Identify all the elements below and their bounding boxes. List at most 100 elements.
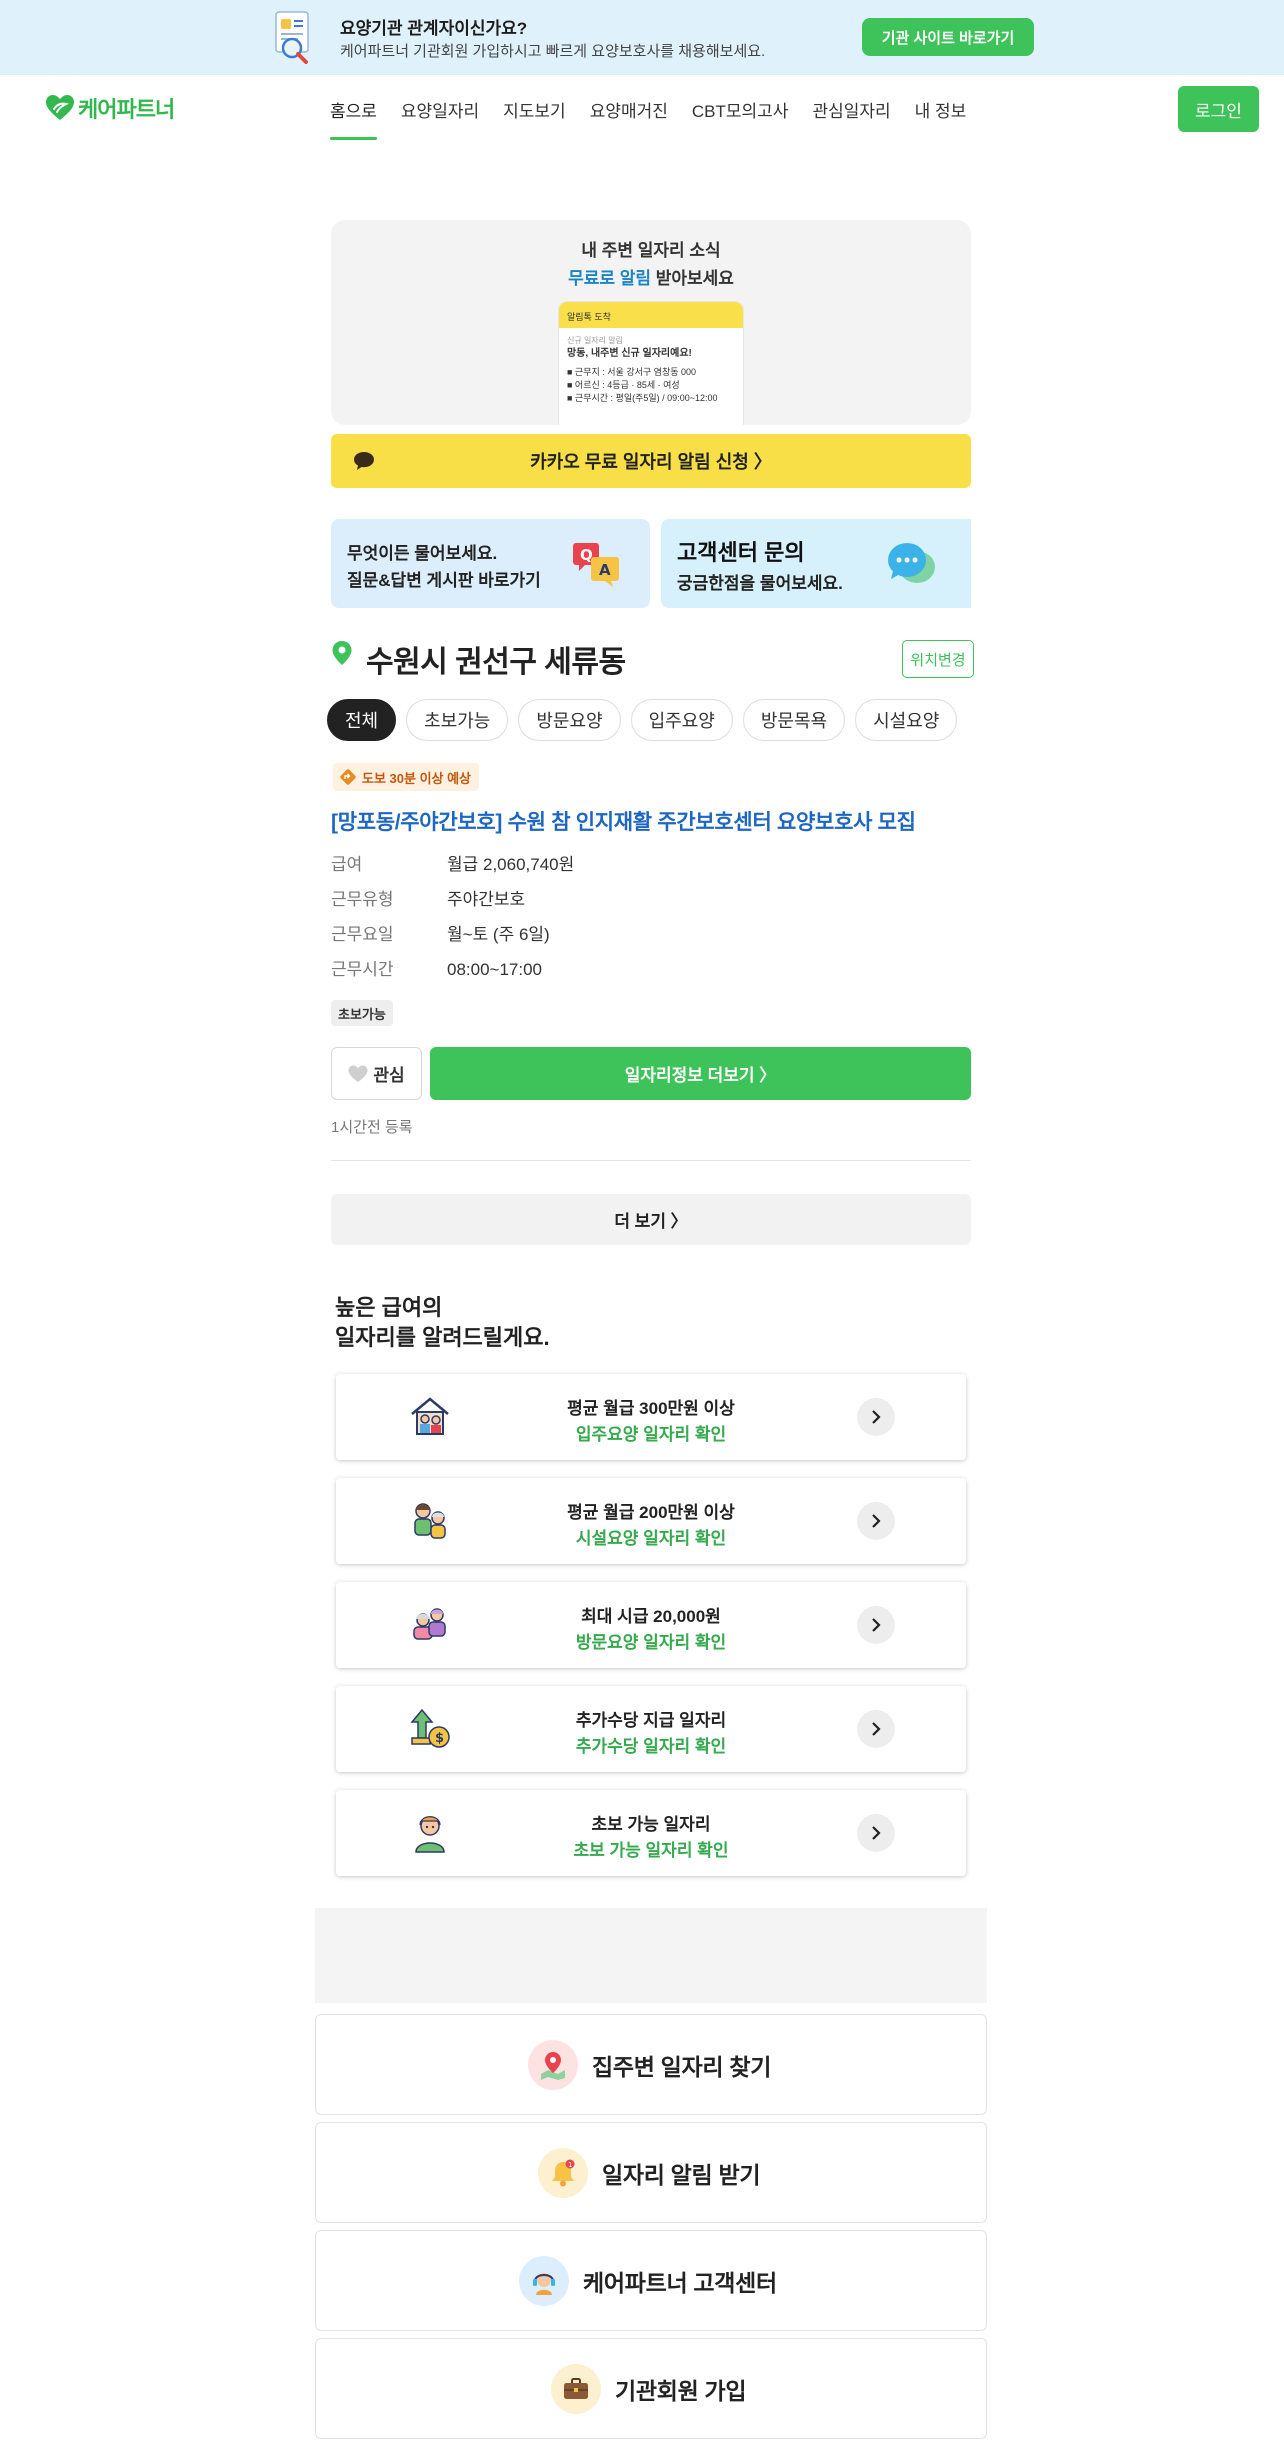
nav-home[interactable]: 홈으로 <box>330 75 377 143</box>
heart-icon <box>348 1065 368 1082</box>
find-nearby-jobs-label: 집주변 일자리 찾기 <box>592 2054 772 2080</box>
promo-line1: 내 주변 일자리 소식 <box>581 241 721 260</box>
agency-site-button[interactable]: 기관 사이트 바로가기 <box>862 18 1034 56</box>
row-value: 월급 2,060,740원 <box>447 855 575 874</box>
chat-dots-icon <box>885 539 937 594</box>
row-key: 급여 <box>331 855 363 874</box>
row-key: 근무유형 <box>331 890 394 909</box>
beginner-tag: 초보가능 <box>331 1000 393 1026</box>
qa-line1: 무엇이든 물어보세요. <box>347 544 498 563</box>
row-key: 근무시간 <box>331 960 394 979</box>
chip-beginner[interactable]: 초보가능 <box>406 699 509 741</box>
logo-text: 케어파트너 <box>78 97 175 122</box>
job-row-days: 근무요일 월~토 (주 6일) <box>331 920 550 945</box>
nav-map[interactable]: 지도보기 <box>503 75 566 143</box>
chip-live-in-care[interactable]: 입주요양 <box>630 699 733 741</box>
phone-title: 망동, 내주변 신규 일자리예요! <box>567 348 692 359</box>
qa-line2: 질문&답변 게시판 바로가기 <box>347 571 541 590</box>
cs-line1: 고객센터 문의 <box>677 540 805 565</box>
phone-header: 알림톡 도착 <box>559 302 743 328</box>
customer-center-link-card[interactable]: 케어파트너 고객센터 <box>315 2230 987 2331</box>
phone-line: ■ 근무지 : 서울 강서구 염창동 000 <box>567 367 697 377</box>
chip-all[interactable]: 전체 <box>327 699 397 741</box>
phone-line: ■ 근무시간 : 평일(주5일) / 09:00~12:00 <box>567 393 718 403</box>
change-location-button[interactable]: 위치변경 <box>902 640 974 678</box>
chat-bubble-icon <box>353 451 375 476</box>
login-button[interactable]: 로그인 <box>1178 86 1259 132</box>
header: 케어파트너 홈으로 요양일자리 지도보기 요양매거진 CBT모의고사 관심일자리… <box>0 75 1284 143</box>
promo-line2-rest: 받아보세요 <box>651 269 734 288</box>
logo[interactable]: 케어파트너 <box>46 92 175 124</box>
chip-facility-care[interactable]: 시설요양 <box>855 699 958 741</box>
bell-icon: 1 <box>538 2148 588 2198</box>
qa-board-card[interactable]: 무엇이든 물어보세요. 질문&답변 게시판 바로가기 Q A <box>331 519 650 608</box>
nav-favorite-jobs[interactable]: 관심일자리 <box>812 75 890 143</box>
high-wage-item[interactable]: 평균 월급 200만원 이상 시설요양 일자리 확인 <box>336 1478 966 1564</box>
chip-visit-bath[interactable]: 방문목욕 <box>742 699 846 741</box>
nav-cbt-exam[interactable]: CBT모의고사 <box>692 75 789 143</box>
walk-time-badge: 도보 30분 이상 예상 <box>333 763 480 791</box>
job-row-salary: 급여 월급 2,060,740원 <box>331 850 574 875</box>
banner-title: 요양기관 관계자이신가요? <box>340 19 528 38</box>
chevron-right-icon <box>857 1502 895 1540</box>
promo-line2: 무료로 알림 받아보세요 <box>331 264 971 289</box>
chevron-right-icon <box>857 1710 895 1748</box>
chip-visit-care[interactable]: 방문요양 <box>518 699 621 741</box>
agency-signup-label: 기관회원 가입 <box>615 2378 747 2404</box>
job-alert-card[interactable]: 1 일자리 알림 받기 <box>315 2122 987 2223</box>
promo-highlight: 무료로 알림 <box>568 269 651 288</box>
customer-center-card[interactable]: 고객센터 문의 궁금한점을 물어보세요. <box>661 519 971 608</box>
high-wage-title: 높은 급여의 일자리를 알려드릴게요. <box>335 1293 550 1353</box>
kakao-promo-card: 내 주변 일자리 소식 무료로 알림 받아보세요 알림톡 도착 신규 일자리 알… <box>331 220 971 425</box>
agency-signup-card[interactable]: 기관회원 가입 <box>315 2338 987 2439</box>
job-row-type: 근무유형 주야간보호 <box>331 885 525 910</box>
job-alert-label: 일자리 알림 받기 <box>602 2162 761 2188</box>
qa-icon: Q A <box>571 541 623 594</box>
high-wage-item[interactable]: 최대 시급 20,000원 방문요양 일자리 확인 <box>336 1582 966 1668</box>
banner-subtitle: 케어파트너 기관회원 가입하시고 빠르게 요양보호사를 채용해보세요. <box>340 43 766 60</box>
cs-line2: 궁금한점을 물어보세요. <box>677 574 843 593</box>
top-banner: 요양기관 관계자이신가요? 케어파트너 기관회원 가입하시고 빠르게 요양보호사… <box>0 0 1284 75</box>
heart-leaf-icon <box>46 95 74 120</box>
direction-sign-icon <box>340 769 356 785</box>
map-pin-icon <box>528 2040 578 2090</box>
see-more-button[interactable]: 더 보기 〉 <box>331 1194 971 1245</box>
nav-my-info[interactable]: 내 정보 <box>915 75 967 143</box>
phone-caption: 신규 일자리 알림 <box>567 336 623 345</box>
high-wage-title-line2: 일자리를 알려드릴게요. <box>335 1325 550 1350</box>
find-nearby-jobs-card[interactable]: 집주변 일자리 찾기 <box>315 2014 987 2115</box>
job-title-link[interactable]: [망포동/주야간보호] 수원 참 인지재활 주간보호센터 요양보호사 모집 <box>331 806 916 836</box>
chevron-right-icon <box>857 1606 895 1644</box>
high-wage-item[interactable]: 평균 월급 300만원 이상 입주요양 일자리 확인 <box>336 1374 966 1460</box>
posted-time: 1시간전 등록 <box>331 1119 413 1136</box>
favorite-label: 관심 <box>373 1066 405 1085</box>
row-value: 월~토 (주 6일) <box>447 925 550 944</box>
row-key: 근무요일 <box>331 925 394 944</box>
row-value: 08:00~17:00 <box>447 960 543 979</box>
briefcase-icon <box>551 2364 601 2414</box>
job-detail-button[interactable]: 일자리정보 더보기 〉 <box>430 1047 971 1100</box>
svg-text:Q: Q <box>580 546 593 564</box>
svg-text:1: 1 <box>568 2161 572 2169</box>
customer-center-link-label: 케어파트너 고객센터 <box>583 2270 777 2296</box>
headset-icon <box>519 2256 569 2306</box>
high-wage-title-line1: 높은 급여의 <box>335 1295 443 1320</box>
chevron-right-icon <box>857 1398 895 1436</box>
nav-care-jobs[interactable]: 요양일자리 <box>401 75 479 143</box>
location-pin-icon <box>331 640 353 671</box>
high-wage-item[interactable]: $ 추가수당 지급 일자리 추가수당 일자리 확인 <box>336 1686 966 1772</box>
divider <box>331 1160 971 1161</box>
high-wage-item[interactable]: 초보 가능 일자리 초보 가능 일자리 확인 <box>336 1790 966 1876</box>
nav-magazine[interactable]: 요양매거진 <box>590 75 668 143</box>
ad-placeholder <box>315 1908 987 2003</box>
kakao-alert-button[interactable]: 카카오 무료 일자리 알림 신청 〉 <box>331 434 971 488</box>
phone-preview: 알림톡 도착 신규 일자리 알림 망동, 내주변 신규 일자리예요! ■ 근무지… <box>559 302 743 425</box>
favorite-button[interactable]: 관심 <box>331 1047 422 1100</box>
main-nav: 홈으로 요양일자리 지도보기 요양매거진 CBT모의고사 관심일자리 내 정보 <box>330 75 990 143</box>
row-value: 주야간보호 <box>447 890 526 909</box>
phone-line: ■ 어르신 : 4등급 · 85세 · 여성 <box>567 380 680 390</box>
walk-time-text: 도보 30분 이상 예상 <box>362 770 472 786</box>
document-search-icon <box>270 10 320 64</box>
svg-text:A: A <box>599 561 611 579</box>
chevron-right-icon <box>857 1814 895 1852</box>
